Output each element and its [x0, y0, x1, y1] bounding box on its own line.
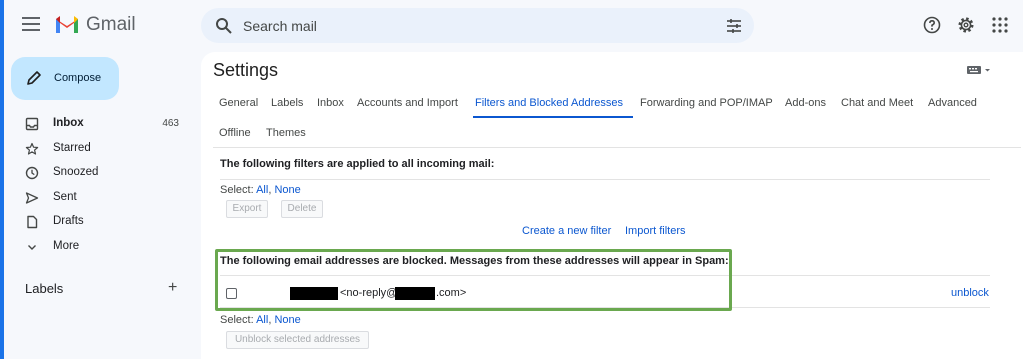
active-tab-indicator — [473, 116, 633, 118]
sidebar-item-label: Starred — [53, 142, 91, 154]
tab-chat-and-meet[interactable]: Chat and Meet — [841, 97, 913, 109]
sidebar-item-label: More — [53, 240, 80, 252]
labels-heading: Labels — [25, 281, 64, 296]
inbox-icon — [25, 117, 39, 131]
search-bar[interactable] — [201, 8, 754, 43]
add-label-button[interactable]: + — [168, 279, 177, 297]
tab-divider — [213, 147, 1021, 148]
main-menu-icon[interactable] — [22, 17, 40, 31]
select-none-link[interactable]: None — [274, 184, 300, 196]
blocked-address-checkbox[interactable] — [226, 288, 237, 299]
tab-general[interactable]: General — [219, 97, 258, 109]
sidebar-item-label: Snoozed — [53, 166, 99, 178]
tab-offline[interactable]: Offline — [219, 127, 251, 139]
select-all-link[interactable]: All — [256, 184, 268, 196]
create-filter-link[interactable]: Create a new filter — [522, 225, 611, 237]
filters-heading: The following filters are applied to all… — [220, 158, 495, 170]
blocked-section-highlight — [215, 249, 732, 311]
divider — [220, 179, 990, 180]
sidebar-item-starred[interactable]: Starred — [0, 138, 190, 160]
page-title: Settings — [213, 60, 279, 80]
tab-advanced[interactable]: Advanced — [928, 97, 977, 109]
sidebar-item-label: Inbox — [53, 117, 84, 129]
unblock-selected-button[interactable]: Unblock selected addresses — [226, 331, 369, 349]
tab-add-ons[interactable]: Add-ons — [785, 97, 826, 109]
compose-label: Compose — [54, 72, 102, 84]
filters-select-row: Select: All, None — [220, 184, 301, 196]
select-prefix: Select: — [220, 314, 254, 326]
compose-button[interactable]: Compose — [11, 57, 119, 100]
sidebar-item-label: Drafts — [53, 215, 84, 227]
sidebar-item-inbox[interactable]: Inbox 463 — [0, 113, 190, 135]
import-filters-link[interactable]: Import filters — [625, 225, 686, 237]
blocked-select-row: Select: All, None — [220, 314, 301, 326]
sidebar-item-snoozed[interactable]: Snoozed — [0, 162, 190, 184]
tab-themes[interactable]: Themes — [266, 127, 306, 139]
unread-count: 463 — [162, 118, 179, 129]
top-bar: Gmail — [0, 0, 1023, 52]
sidebar-item-label: Sent — [53, 191, 77, 203]
settings-gear-icon[interactable] — [956, 15, 976, 35]
tab-accounts-and-import[interactable]: Accounts and Import — [357, 97, 458, 109]
delete-button[interactable]: Delete — [281, 200, 323, 218]
sidebar-item-drafts[interactable]: Drafts — [0, 211, 190, 233]
sidebar-item-more[interactable]: More — [0, 236, 190, 258]
export-button[interactable]: Export — [226, 200, 268, 218]
app-name: Gmail — [86, 14, 136, 35]
tab-inbox[interactable]: Inbox — [317, 97, 344, 109]
apps-grid-icon[interactable] — [990, 15, 1010, 35]
send-icon — [25, 192, 39, 204]
tab-labels[interactable]: Labels — [271, 97, 303, 109]
search-icon[interactable] — [215, 17, 233, 35]
select-all-link[interactable]: All — [256, 314, 268, 326]
unblock-link[interactable]: unblock — [951, 287, 989, 299]
settings-panel: Settings General Labels Inbox Accounts a… — [201, 52, 1023, 359]
select-none-link[interactable]: None — [274, 314, 300, 326]
clock-icon — [25, 166, 39, 180]
select-prefix: Select: — [220, 184, 254, 196]
star-icon — [25, 142, 39, 155]
help-icon[interactable] — [922, 15, 942, 35]
draft-icon — [27, 215, 38, 229]
keyboard-input-icon[interactable] — [967, 65, 993, 75]
tab-filters-and-blocked-addresses[interactable]: Filters and Blocked Addresses — [475, 97, 623, 109]
search-input[interactable] — [243, 15, 703, 37]
gmail-logo-icon[interactable] — [54, 13, 80, 35]
sidebar-item-sent[interactable]: Sent — [0, 187, 190, 209]
search-options-icon[interactable] — [725, 17, 743, 35]
chevron-down-icon — [28, 245, 36, 250]
tab-forwarding-and-pop-imap[interactable]: Forwarding and POP/IMAP — [640, 97, 773, 109]
pencil-icon — [27, 71, 41, 85]
